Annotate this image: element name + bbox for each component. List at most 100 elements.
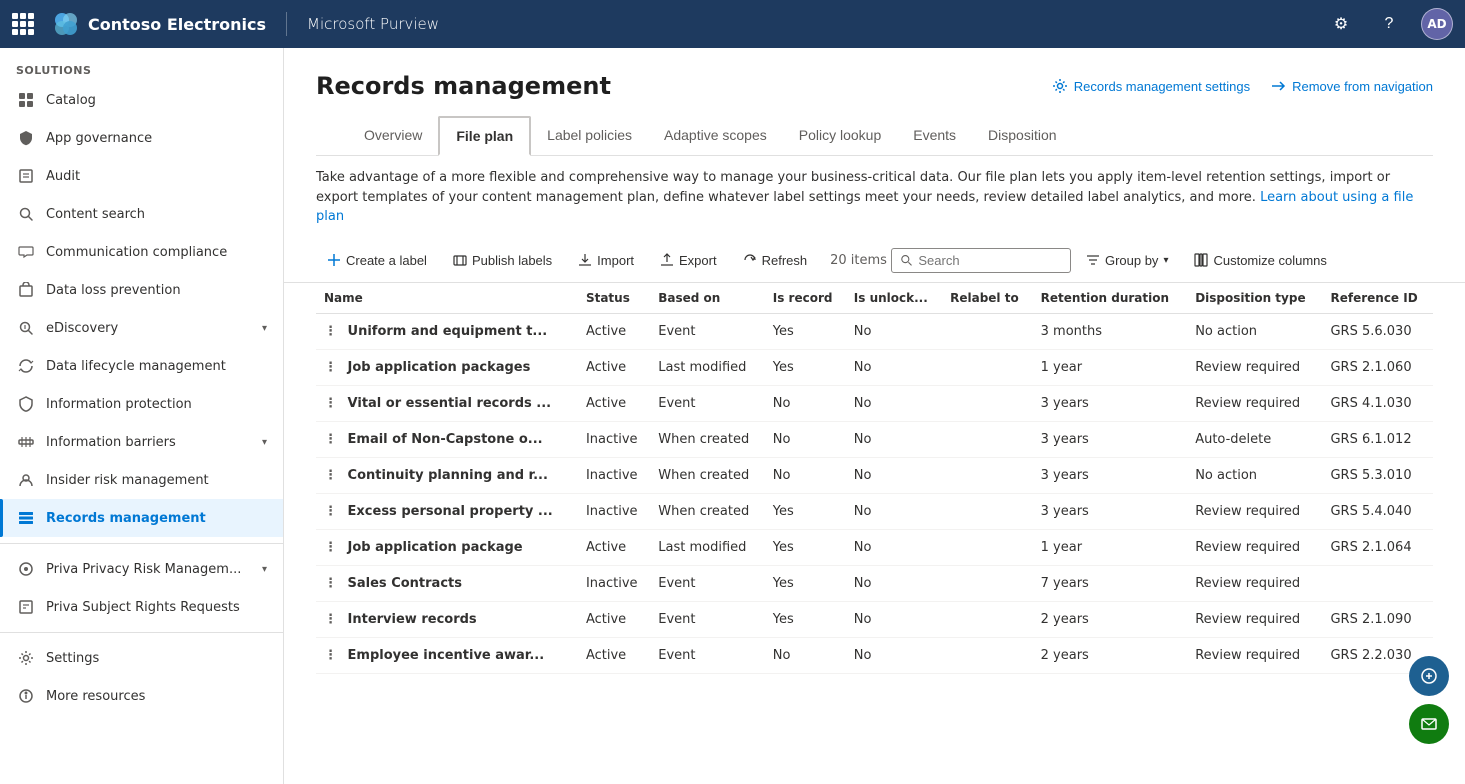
publish-labels-btn[interactable]: Publish labels bbox=[442, 247, 563, 274]
cell-name[interactable]: ⋮ Continuity planning and r... bbox=[316, 457, 578, 493]
row-dots[interactable]: ⋮ bbox=[324, 324, 337, 339]
row-dots[interactable]: ⋮ bbox=[324, 432, 337, 447]
col-is-unlock[interactable]: Is unlock... bbox=[846, 283, 942, 314]
sidebar-item-content-search[interactable]: Content search bbox=[0, 195, 283, 233]
cell-is-unlock: No bbox=[846, 421, 942, 457]
sidebar: Solutions Catalog App governance Audit bbox=[0, 48, 284, 784]
sidebar-item-ediscovery[interactable]: eDiscovery ▾ bbox=[0, 309, 283, 347]
row-dots[interactable]: ⋮ bbox=[324, 468, 337, 483]
sidebar-item-catalog[interactable]: Catalog bbox=[0, 81, 283, 119]
row-dots[interactable]: ⋮ bbox=[324, 540, 337, 555]
settings-action-label: Records management settings bbox=[1074, 79, 1250, 94]
cell-based-on: When created bbox=[650, 457, 765, 493]
cell-reference-id: GRS 6.1.012 bbox=[1322, 421, 1433, 457]
row-dots[interactable]: ⋮ bbox=[324, 504, 337, 519]
sidebar-item-data-loss-prevention[interactable]: Data loss prevention bbox=[0, 271, 283, 309]
tab-adaptive-scopes[interactable]: Adaptive scopes bbox=[648, 116, 783, 155]
company-name: Contoso Electronics bbox=[88, 15, 266, 34]
search-box[interactable] bbox=[891, 248, 1071, 273]
app-governance-icon bbox=[16, 128, 36, 148]
sidebar-item-records-management[interactable]: Records management bbox=[0, 499, 283, 537]
cell-name[interactable]: ⋮ Sales Contracts bbox=[316, 565, 578, 601]
float-message-btn[interactable] bbox=[1409, 704, 1449, 744]
col-reference-id[interactable]: Reference ID bbox=[1322, 283, 1433, 314]
cell-relabel-to bbox=[942, 565, 1033, 601]
cell-name[interactable]: ⋮ Email of Non-Capstone o... bbox=[316, 421, 578, 457]
remove-nav-btn[interactable]: Remove from navigation bbox=[1270, 78, 1433, 94]
cell-disposition-type: Review required bbox=[1187, 385, 1322, 421]
customize-columns-btn[interactable]: Customize columns bbox=[1183, 247, 1337, 274]
row-dots[interactable]: ⋮ bbox=[324, 612, 337, 627]
tab-overview[interactable]: Overview bbox=[348, 116, 438, 155]
col-based-on[interactable]: Based on bbox=[650, 283, 765, 314]
user-avatar[interactable]: AD bbox=[1421, 8, 1453, 40]
cell-based-on: Event bbox=[650, 565, 765, 601]
cell-retention-duration: 1 year bbox=[1033, 349, 1188, 385]
row-dots[interactable]: ⋮ bbox=[324, 576, 337, 591]
sidebar-item-label: Priva Subject Rights Requests bbox=[46, 600, 240, 615]
create-label-btn[interactable]: Create a label bbox=[316, 247, 438, 274]
cell-based-on: Event bbox=[650, 637, 765, 673]
row-dots[interactable]: ⋮ bbox=[324, 648, 337, 663]
sidebar-item-more-resources[interactable]: More resources bbox=[0, 677, 283, 715]
tab-disposition[interactable]: Disposition bbox=[972, 116, 1072, 155]
settings-header-icon bbox=[1052, 78, 1068, 94]
col-retention-duration[interactable]: Retention duration bbox=[1033, 283, 1188, 314]
cell-name[interactable]: ⋮ Job application package bbox=[316, 529, 578, 565]
cell-is-unlock: No bbox=[846, 565, 942, 601]
sidebar-item-information-barriers[interactable]: Information barriers ▾ bbox=[0, 423, 283, 461]
cell-name[interactable]: ⋮ Excess personal property ... bbox=[316, 493, 578, 529]
remove-nav-label: Remove from navigation bbox=[1292, 79, 1433, 94]
cell-retention-duration: 3 years bbox=[1033, 493, 1188, 529]
cell-retention-duration: 2 years bbox=[1033, 637, 1188, 673]
tab-label-policies[interactable]: Label policies bbox=[531, 116, 648, 155]
sidebar-item-settings[interactable]: Settings bbox=[0, 639, 283, 677]
import-btn[interactable]: Import bbox=[567, 247, 645, 274]
publish-labels-text: Publish labels bbox=[472, 253, 552, 268]
cell-reference-id: GRS 2.1.064 bbox=[1322, 529, 1433, 565]
row-dots[interactable]: ⋮ bbox=[324, 360, 337, 375]
cell-relabel-to bbox=[942, 385, 1033, 421]
app-grid-icon[interactable] bbox=[12, 13, 34, 35]
cell-name[interactable]: ⋮ Employee incentive awar... bbox=[316, 637, 578, 673]
tab-policy-lookup[interactable]: Policy lookup bbox=[783, 116, 898, 155]
settings-action-btn[interactable]: Records management settings bbox=[1052, 78, 1250, 94]
cell-is-unlock: No bbox=[846, 529, 942, 565]
search-input[interactable] bbox=[918, 253, 1062, 268]
cell-disposition-type: No action bbox=[1187, 457, 1322, 493]
group-by-btn[interactable]: Group by ▾ bbox=[1075, 247, 1180, 274]
col-name[interactable]: Name bbox=[316, 283, 578, 314]
col-is-record[interactable]: Is record bbox=[765, 283, 846, 314]
tab-bar: Overview File plan Label policies Adapti… bbox=[316, 116, 1433, 156]
chat-icon bbox=[1420, 667, 1438, 685]
refresh-btn[interactable]: Refresh bbox=[732, 247, 819, 274]
help-icon-btn[interactable]: ? bbox=[1373, 8, 1405, 40]
sidebar-item-audit[interactable]: Audit bbox=[0, 157, 283, 195]
sidebar-item-information-protection[interactable]: Information protection bbox=[0, 385, 283, 423]
cell-name[interactable]: ⋮ Uniform and equipment t... bbox=[316, 313, 578, 349]
cell-relabel-to bbox=[942, 637, 1033, 673]
cell-name[interactable]: ⋮ Vital or essential records ... bbox=[316, 385, 578, 421]
cell-retention-duration: 2 years bbox=[1033, 601, 1188, 637]
col-disposition-type[interactable]: Disposition type bbox=[1187, 283, 1322, 314]
sidebar-item-app-governance[interactable]: App governance bbox=[0, 119, 283, 157]
row-dots[interactable]: ⋮ bbox=[324, 396, 337, 411]
sidebar-item-priva-privacy[interactable]: Priva Privacy Risk Managem... ▾ bbox=[0, 550, 283, 588]
sidebar-item-data-lifecycle[interactable]: Data lifecycle management bbox=[0, 347, 283, 385]
priva-subject-icon bbox=[16, 597, 36, 617]
sidebar-item-priva-subject[interactable]: Priva Subject Rights Requests bbox=[0, 588, 283, 626]
float-chat-btn[interactable] bbox=[1409, 656, 1449, 696]
col-relabel-to[interactable]: Relabel to bbox=[942, 283, 1033, 314]
sidebar-item-communication-compliance[interactable]: Communication compliance bbox=[0, 233, 283, 271]
cell-name[interactable]: ⋮ Job application packages bbox=[316, 349, 578, 385]
sidebar-item-insider-risk[interactable]: Insider risk management bbox=[0, 461, 283, 499]
tab-file-plan[interactable]: File plan bbox=[438, 116, 531, 156]
cell-name[interactable]: ⋮ Interview records bbox=[316, 601, 578, 637]
sidebar-item-label: Data lifecycle management bbox=[46, 359, 226, 374]
export-btn[interactable]: Export bbox=[649, 247, 728, 274]
col-status[interactable]: Status bbox=[578, 283, 650, 314]
tab-events[interactable]: Events bbox=[897, 116, 972, 155]
settings-icon-btn[interactable]: ⚙ bbox=[1325, 8, 1357, 40]
cell-status: Inactive bbox=[578, 457, 650, 493]
nav-divider bbox=[286, 12, 287, 36]
